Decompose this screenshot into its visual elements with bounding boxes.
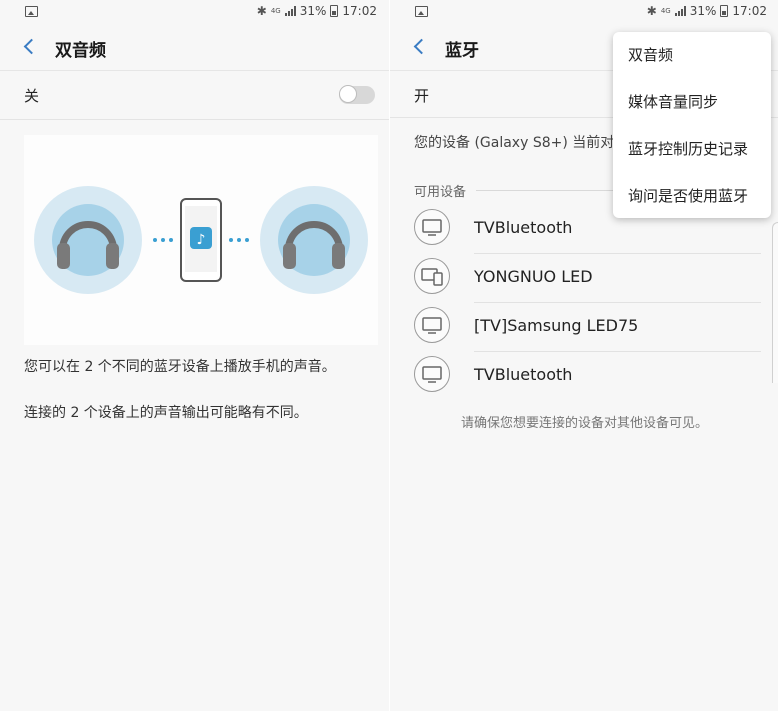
signal-icon	[674, 6, 686, 16]
menu-item-media-volume-sync[interactable]: 媒体音量同步	[613, 79, 771, 126]
network-type: 4G	[270, 6, 281, 15]
description-line-1: 您可以在 2 个不同的蓝牙设备上播放手机的声音。	[24, 359, 336, 375]
network-type: 4G	[660, 6, 671, 15]
switch-knob	[339, 85, 357, 103]
status-icons: ✱ 4G 31% 17:02	[647, 4, 767, 18]
left-headphones-icon	[34, 186, 142, 294]
app-bar: 双音频	[0, 24, 389, 71]
gallery-notification-icon	[25, 6, 38, 17]
device-item[interactable]: TVBluetooth	[390, 352, 778, 401]
status-bar: ✱ 4G 31% 17:02	[0, 0, 389, 24]
page-title: 蓝牙	[445, 41, 479, 61]
gallery-notification-icon	[415, 6, 428, 17]
page-title: 双音频	[55, 41, 106, 61]
status-bar: ✱ 4G 31% 17:02	[390, 0, 778, 24]
device-name: YONGNUO LED	[474, 267, 593, 286]
dual-audio-illustration: ♪	[24, 135, 378, 345]
battery-percent: 31%	[689, 4, 717, 18]
battery-icon	[330, 5, 339, 17]
devices-icon	[414, 258, 450, 294]
menu-item-ask-before-bluetooth[interactable]: 询问是否使用蓝牙	[613, 173, 771, 220]
visibility-tip: 请确保您想要连接的设备对其他设备可见。	[460, 416, 708, 431]
battery-icon	[720, 5, 729, 17]
edge-panel-handle[interactable]	[772, 222, 778, 383]
toggle-label: 关	[24, 87, 40, 105]
overflow-menu: 双音频 媒体音量同步 蓝牙控制历史记录 询问是否使用蓝牙	[613, 32, 771, 218]
available-devices-header: 可用设备	[414, 185, 467, 200]
signal-icon	[284, 6, 296, 16]
bluetooth-status-icon: ✱	[256, 4, 267, 18]
dual-audio-screen: ✱ 4G 31% 17:02 双音频 关 ♪ 您可以在 2 个不同的蓝牙设备上播…	[0, 0, 389, 711]
menu-item-bluetooth-control-history[interactable]: 蓝牙控制历史记录	[613, 126, 771, 173]
status-icons: ✱ 4G 31% 17:02	[257, 4, 377, 18]
tv-icon	[414, 209, 450, 245]
toggle-label: 开	[414, 87, 430, 105]
description-line-2: 连接的 2 个设备上的声音输出可能略有不同。	[24, 405, 308, 421]
connection-dots-right	[229, 238, 249, 242]
battery-percent: 31%	[299, 4, 327, 18]
dual-audio-switch[interactable]	[339, 85, 375, 104]
visibility-info: 您的设备 (Galaxy S8+) 当前对	[414, 135, 615, 151]
device-item[interactable]: [TV]Samsung LED75	[390, 303, 778, 352]
menu-item-dual-audio[interactable]: 双音频	[613, 32, 771, 79]
connection-dots-left	[153, 238, 173, 242]
device-name: TVBluetooth	[474, 218, 573, 237]
clock: 17:02	[342, 4, 377, 18]
clock: 17:02	[732, 4, 767, 18]
bluetooth-status-icon: ✱	[646, 4, 657, 18]
svg-text:♪: ♪	[197, 232, 206, 248]
device-name: [TV]Samsung LED75	[474, 316, 639, 335]
dual-audio-toggle-row[interactable]: 关	[0, 71, 389, 120]
phone-icon: ♪	[180, 198, 222, 282]
back-arrow-icon[interactable]	[412, 38, 428, 54]
tv-icon	[414, 307, 450, 343]
tv-icon	[414, 356, 450, 392]
right-headphones-icon	[260, 186, 368, 294]
device-item[interactable]: YONGNUO LED	[390, 254, 778, 303]
back-arrow-icon[interactable]	[22, 38, 38, 54]
device-name: TVBluetooth	[474, 365, 573, 384]
illustration-svg: ♪	[34, 186, 368, 294]
